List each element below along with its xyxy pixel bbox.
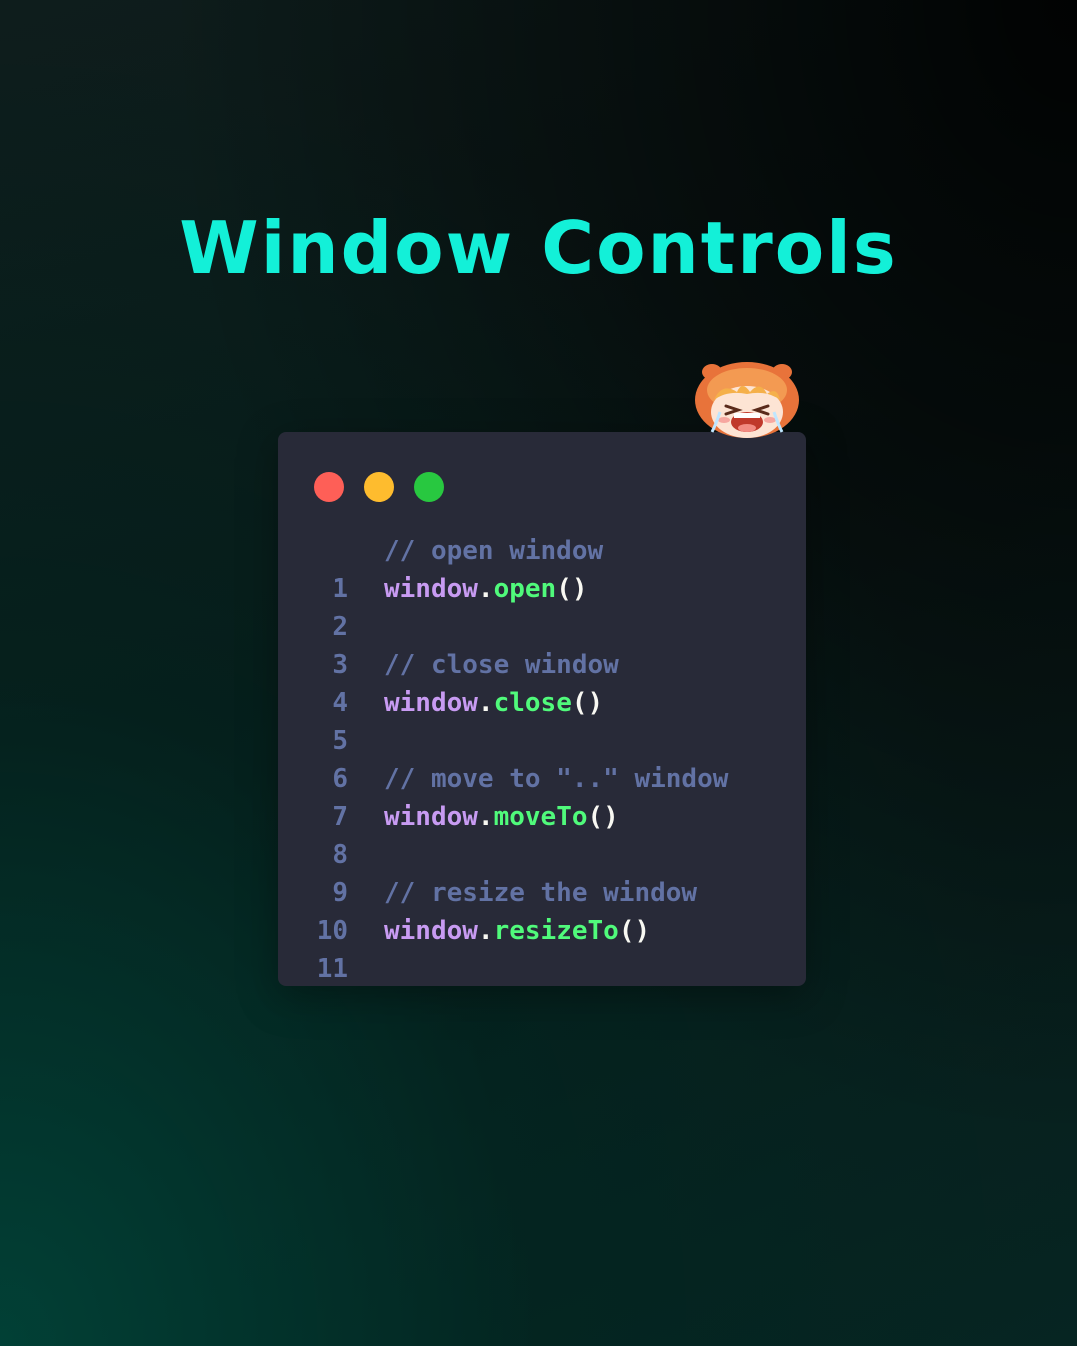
- anime-girl-mascot-icon: [695, 362, 799, 438]
- code-method: close: [493, 688, 572, 718]
- code-line: 1 // open window: [278, 532, 806, 604]
- code-object: window: [384, 802, 478, 832]
- code-line: 6: [278, 722, 806, 794]
- code-block: 1 // open window 2 window.open() 3 4 // …: [278, 532, 806, 984]
- maximize-window-dot-icon[interactable]: [414, 472, 444, 502]
- code-line: 10 // resize the window: [278, 874, 806, 946]
- line-number: 11: [316, 954, 348, 984]
- code-comment: // resize the window: [384, 878, 698, 908]
- minimize-window-dot-icon[interactable]: [364, 472, 394, 502]
- code-parens: (): [618, 916, 651, 946]
- code-line: 4 // close window: [278, 646, 806, 718]
- code-dot: .: [477, 916, 494, 946]
- code-method: resizeTo: [493, 916, 619, 946]
- close-window-dot-icon[interactable]: [314, 472, 344, 502]
- code-line: 11 window.resizeTo(): [278, 912, 806, 984]
- code-object: window: [384, 916, 478, 946]
- code-line: 9: [278, 836, 806, 908]
- code-comment: // open window: [384, 536, 604, 566]
- code-method: moveTo: [493, 802, 588, 832]
- code-parens: (): [571, 688, 604, 718]
- code-dot: .: [477, 688, 494, 718]
- code-line: 7 // move to ".." window: [278, 760, 806, 832]
- code-dot: .: [477, 574, 494, 604]
- code-window: 1 // open window 2 window.open() 3 4 // …: [278, 432, 806, 986]
- code-object: window: [384, 688, 478, 718]
- code-object: window: [384, 574, 478, 604]
- code-comment: // close window: [384, 650, 619, 680]
- code-line: 2 window.open(): [278, 570, 806, 642]
- code-method: open: [493, 574, 557, 604]
- code-dot: .: [477, 802, 494, 832]
- code-parens: (): [556, 574, 588, 604]
- code-parens: (): [587, 802, 619, 832]
- code-comment: // move to ".." window: [384, 764, 729, 794]
- page-title: Window Controls: [179, 206, 898, 290]
- code-line: 3: [278, 608, 806, 680]
- code-line: 8 window.moveTo(): [278, 798, 806, 870]
- code-line: 5 window.close(): [278, 684, 806, 756]
